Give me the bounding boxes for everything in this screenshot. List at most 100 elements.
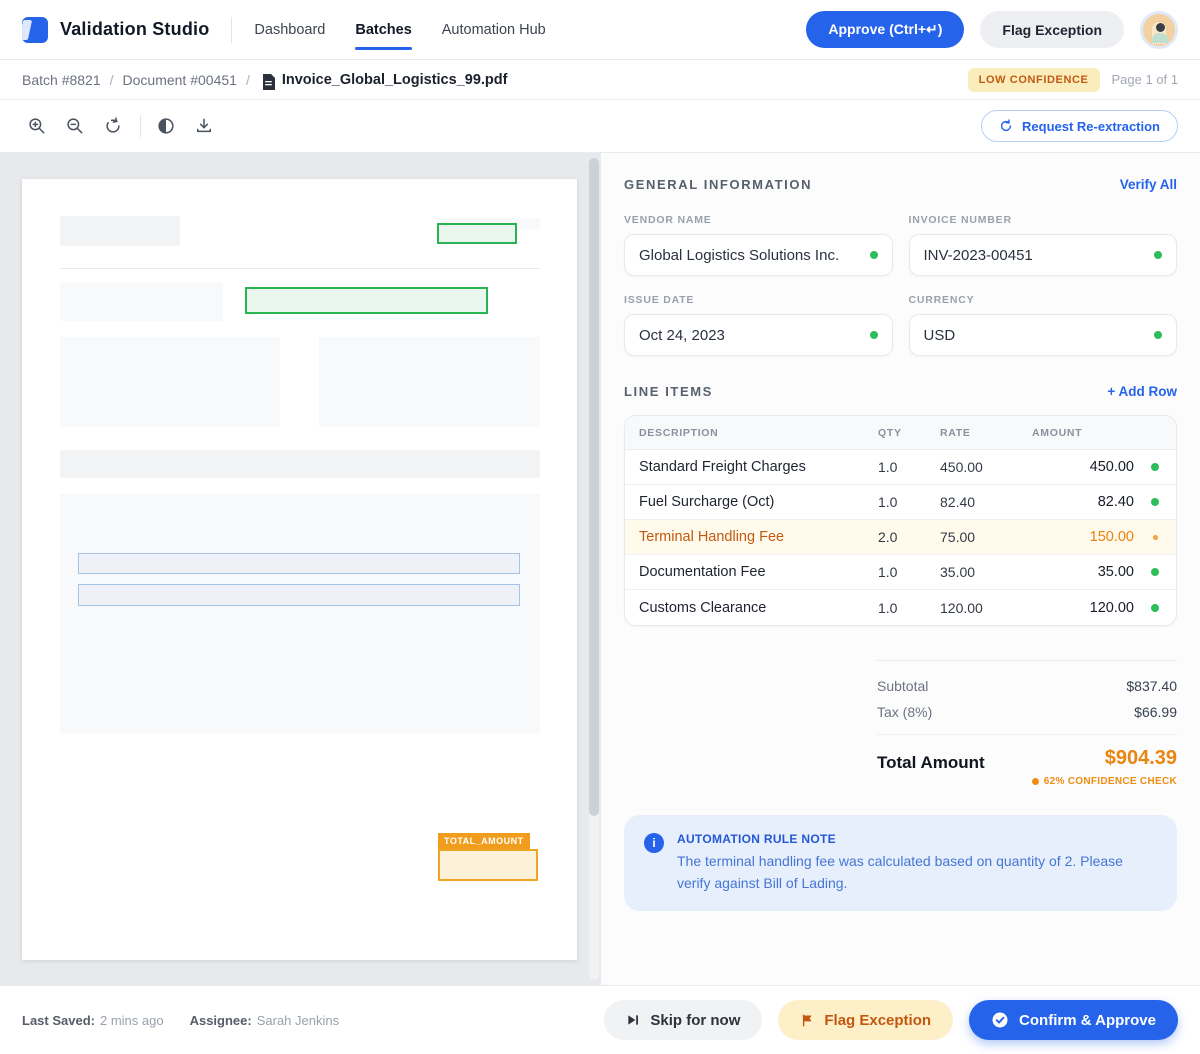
subtotal-label: Subtotal <box>877 678 928 694</box>
confidence-check: 62% CONFIDENCE CHECK <box>1032 776 1177 787</box>
note-title: AUTOMATION RULE NOTE <box>677 832 1157 846</box>
field-label: INVOICE NUMBER <box>909 214 1178 226</box>
app-logo-icon <box>22 17 48 43</box>
confidence-dot-icon <box>1032 778 1039 785</box>
last-saved: Last Saved:2 mins ago <box>22 1013 164 1028</box>
column-description: DESCRIPTION <box>639 427 878 439</box>
viewer-scrollbar[interactable] <box>589 158 599 980</box>
doc-placeholder-block <box>60 216 180 246</box>
nav-item-batches[interactable]: Batches <box>355 16 411 44</box>
verified-status-dot <box>1151 568 1159 576</box>
add-row-button[interactable]: + Add Row <box>1107 384 1177 399</box>
doc-placeholder-block <box>319 337 540 427</box>
avatar[interactable] <box>1140 11 1178 49</box>
rotate-icon[interactable] <box>98 111 128 141</box>
issue-date-input[interactable]: Oct 24, 2023 <box>624 314 893 356</box>
breadcrumb-separator: / <box>246 72 250 88</box>
page-indicator: Page 1 of 1 <box>1112 72 1179 87</box>
doc-highlight-orange[interactable] <box>438 849 538 881</box>
verified-status-dot <box>1151 463 1159 471</box>
toolbar-divider <box>140 115 141 137</box>
general-info-title: GENERAL INFORMATION <box>624 177 812 192</box>
check-circle-icon <box>991 1011 1009 1029</box>
extraction-panel: GENERAL INFORMATION Verify All VENDOR NA… <box>600 153 1200 985</box>
confirm-approve-button[interactable]: Confirm & Approve <box>969 1000 1178 1040</box>
doc-placeholder-block <box>60 337 280 427</box>
skip-for-now-button[interactable]: Skip for now <box>604 1000 762 1040</box>
line-items-title: LINE ITEMS <box>624 384 713 399</box>
download-icon[interactable] <box>189 111 219 141</box>
verified-status-dot <box>1151 604 1159 612</box>
breadcrumb-document[interactable]: Document #00451 <box>123 72 237 88</box>
field-label: VENDOR NAME <box>624 214 893 226</box>
doc-divider <box>60 268 540 269</box>
verified-status-dot <box>1154 251 1162 259</box>
skip-icon <box>626 1013 640 1027</box>
breadcrumb-bar: Batch #8821 / Document #00451 / Invoice_… <box>0 60 1200 100</box>
request-reextraction-button[interactable]: Request Re-extraction <box>981 110 1178 142</box>
zoom-out-icon[interactable] <box>60 111 90 141</box>
field-invoice-number: INVOICE NUMBER INV-2023-00451 <box>909 214 1178 276</box>
contrast-icon[interactable] <box>151 111 181 141</box>
flag-exception-button[interactable]: Flag Exception <box>778 1000 953 1040</box>
verified-status-dot <box>1154 331 1162 339</box>
automation-rule-note: i AUTOMATION RULE NOTE The terminal hand… <box>624 815 1177 911</box>
total-amount-label: Total Amount <box>877 753 985 773</box>
warning-status-dot <box>1153 535 1158 540</box>
breadcrumb-batch[interactable]: Batch #8821 <box>22 72 101 88</box>
totals-divider <box>877 734 1177 735</box>
breadcrumb-file-name: Invoice_Global_Logistics_99.pdf <box>282 72 508 88</box>
tax-label: Tax (8%) <box>877 704 932 720</box>
table-row[interactable]: Customs Clearance 1.0 120.00 120.00 <box>625 590 1176 625</box>
flag-exception-button-top[interactable]: Flag Exception <box>980 11 1124 48</box>
doc-placeholder-strip <box>60 450 540 478</box>
column-rate: RATE <box>940 427 1032 439</box>
doc-highlight-green[interactable] <box>245 287 488 314</box>
field-issue-date: ISSUE DATE Oct 24, 2023 <box>624 294 893 356</box>
document-viewer[interactable]: TOTAL_AMOUNT <box>0 153 600 985</box>
verify-all-link[interactable]: Verify All <box>1120 177 1177 192</box>
field-label: CURRENCY <box>909 294 1178 306</box>
tax-value: $66.99 <box>1134 704 1177 720</box>
flag-icon <box>800 1013 814 1028</box>
app-header: Validation Studio Dashboard Batches Auto… <box>0 0 1200 60</box>
file-icon <box>262 74 275 90</box>
total-amount-tag: TOTAL_AMOUNT <box>438 833 530 849</box>
column-amount: AMOUNT <box>1032 427 1134 439</box>
column-qty: QTY <box>878 427 940 439</box>
table-header-row: DESCRIPTION QTY RATE AMOUNT <box>625 416 1176 450</box>
subtotal-value: $837.40 <box>1126 678 1177 694</box>
verified-status-dot <box>1151 498 1159 506</box>
total-amount-value: $904.39 <box>1105 747 1177 769</box>
assignee: Assignee:Sarah Jenkins <box>190 1013 340 1028</box>
header-divider <box>231 17 232 43</box>
vendor-name-input[interactable]: Global Logistics Solutions Inc. <box>624 234 893 276</box>
field-label: ISSUE DATE <box>624 294 893 306</box>
table-row[interactable]: Fuel Surcharge (Oct) 1.0 82.40 82.40 <box>625 485 1176 520</box>
currency-input[interactable]: USD <box>909 314 1178 356</box>
verified-status-dot <box>870 251 878 259</box>
line-items-table: DESCRIPTION QTY RATE AMOUNT Standard Fre… <box>624 415 1177 626</box>
doc-highlight-blue[interactable] <box>78 584 520 606</box>
info-icon: i <box>644 833 664 853</box>
note-body: The terminal handling fee was calculated… <box>677 851 1157 894</box>
field-vendor-name: VENDOR NAME Global Logistics Solutions I… <box>624 214 893 276</box>
main-nav: Dashboard Batches Automation Hub <box>254 16 545 44</box>
invoice-number-input[interactable]: INV-2023-00451 <box>909 234 1178 276</box>
table-row-warning[interactable]: Terminal Handling Fee 2.0 75.00 150.00 <box>625 520 1176 555</box>
zoom-in-icon[interactable] <box>22 111 52 141</box>
avatar-head <box>1156 23 1165 32</box>
nav-item-automation-hub[interactable]: Automation Hub <box>442 16 546 44</box>
viewer-scrollbar-thumb[interactable] <box>589 158 599 816</box>
table-row[interactable]: Standard Freight Charges 1.0 450.00 450.… <box>625 450 1176 485</box>
nav-item-dashboard[interactable]: Dashboard <box>254 16 325 44</box>
footer-bar: Last Saved:2 mins ago Assignee:Sarah Jen… <box>0 985 1200 1054</box>
doc-highlight-blue[interactable] <box>78 553 520 574</box>
field-currency: CURRENCY USD <box>909 294 1178 356</box>
viewer-toolbar: Request Re-extraction <box>0 100 1200 153</box>
approve-button[interactable]: Approve (Ctrl+↵) <box>806 11 964 48</box>
doc-highlight-green[interactable] <box>437 223 517 244</box>
table-row[interactable]: Documentation Fee 1.0 35.00 35.00 <box>625 555 1176 590</box>
totals-summary: Subtotal $837.40 Tax (8%) $66.99 Total A… <box>877 660 1177 787</box>
breadcrumb-separator: / <box>110 72 114 88</box>
